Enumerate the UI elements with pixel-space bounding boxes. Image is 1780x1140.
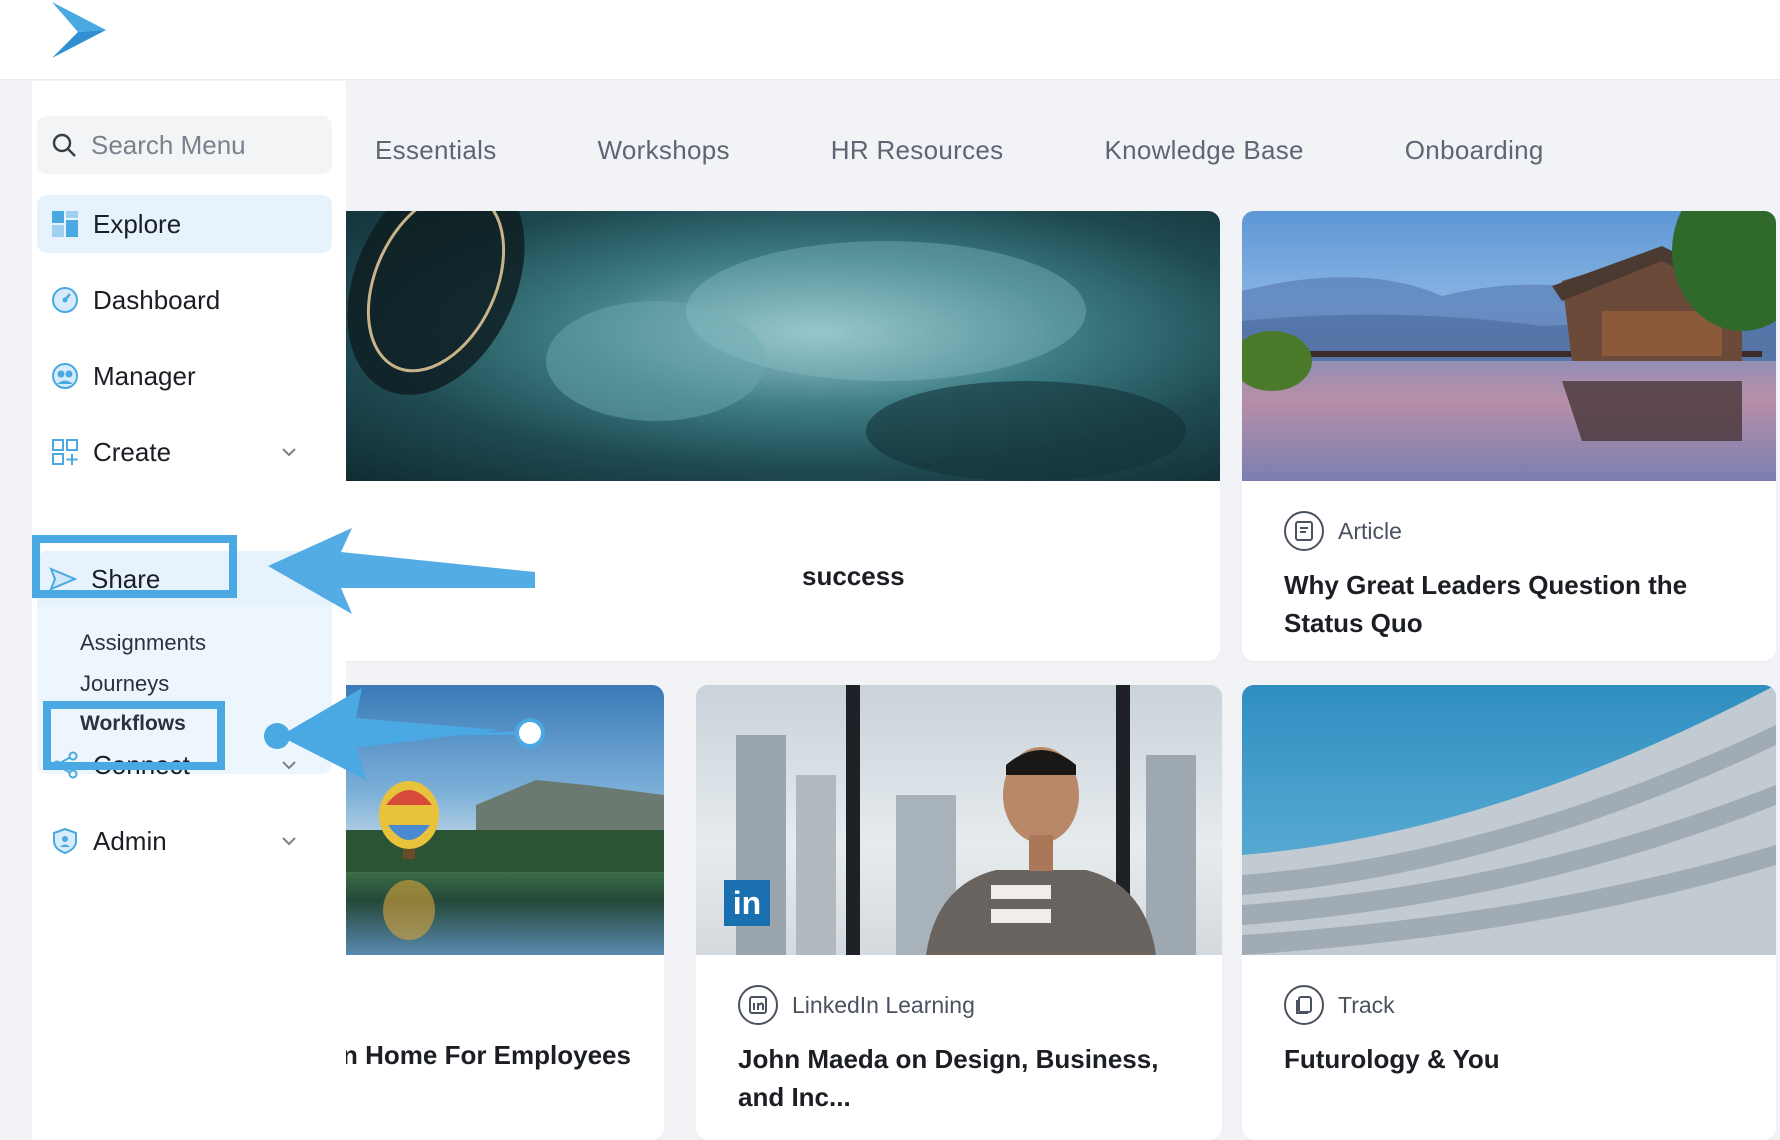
card-title: John Maeda on Design, Business, and Inc.… <box>738 1044 1159 1112</box>
content-card[interactable]: Article Why Great Leaders Question the S… <box>1242 211 1776 661</box>
card-title: Futurology & You <box>1284 1044 1500 1074</box>
sidebar-item-label: Admin <box>93 825 167 856</box>
chevron-down-icon[interactable] <box>280 443 298 461</box>
article-icon <box>1284 511 1324 551</box>
content-card[interactable]: n Home For Employees <box>326 685 664 1140</box>
chevron-down-icon[interactable] <box>280 832 298 850</box>
card-title: Why Great Leaders Question the Status Qu… <box>1284 570 1688 638</box>
card-type-label: Article <box>1338 517 1402 544</box>
submenu-item-assignments[interactable]: Assignments <box>80 630 206 656</box>
sidebar-item-label: Explore <box>93 208 182 239</box>
card-title: n Home For Employees <box>342 1040 631 1070</box>
track-icon <box>1284 985 1324 1025</box>
content-card[interactable]: in LinkedIn Learning John Maeda on Desig… <box>696 685 1222 1140</box>
share-highlight-box <box>32 535 237 598</box>
card-title: success <box>802 561 905 591</box>
sidebar-item-dashboard[interactable]: Dashboard <box>37 271 332 329</box>
brand-logo-icon[interactable] <box>48 0 108 60</box>
linkedin-icon <box>738 985 778 1025</box>
sidebar-item-manager[interactable]: Manager <box>37 347 332 405</box>
tab-knowledge-base[interactable]: Knowledge Base <box>1104 125 1303 175</box>
admin-shield-icon <box>53 827 77 855</box>
submenu-item-journeys[interactable]: Journeys <box>80 671 169 697</box>
manager-people-icon <box>52 363 78 389</box>
dashboard-gauge-icon <box>52 287 78 313</box>
tab-workshops[interactable]: Workshops <box>598 125 730 175</box>
card-type-label: Track <box>1338 991 1395 1018</box>
card-meta: LinkedIn Learning <box>738 985 975 1025</box>
sidebar-item-label: Dashboard <box>93 284 221 315</box>
content-card[interactable]: Track Futurology & You <box>1242 685 1776 1140</box>
tab-hr-resources[interactable]: HR Resources <box>831 125 1004 175</box>
card-meta: Article <box>1284 511 1402 551</box>
card-image <box>1242 685 1776 955</box>
sidebar-item-create[interactable]: Create <box>37 423 332 481</box>
card-image <box>326 685 664 955</box>
top-bar <box>0 0 1780 80</box>
search-icon <box>52 133 76 157</box>
sidebar-item-label: Create <box>93 436 172 467</box>
card-image <box>1242 211 1776 481</box>
card-image <box>326 211 1220 481</box>
explore-grid-icon <box>52 211 78 237</box>
tab-essentials[interactable]: Essentials <box>375 125 497 175</box>
search-box[interactable] <box>37 116 332 174</box>
workflows-highlight-box <box>43 701 225 770</box>
tab-onboarding[interactable]: Onboarding <box>1405 125 1544 175</box>
category-tabs: Essentials Workshops HR Resources Knowle… <box>346 125 1616 175</box>
sidebar-item-admin[interactable]: Admin <box>37 812 332 870</box>
sidebar: Explore Dashboard Manager Create Share A… <box>32 81 346 1140</box>
card-meta: Track <box>1284 985 1395 1025</box>
create-plus-grid-icon <box>52 439 78 465</box>
card-type-label: LinkedIn Learning <box>792 991 975 1018</box>
search-input[interactable] <box>91 129 311 161</box>
content-card[interactable]: success <box>326 211 1220 661</box>
main-content: Essentials Workshops HR Resources Knowle… <box>326 81 1780 1140</box>
chevron-down-icon[interactable] <box>280 756 298 774</box>
sidebar-item-label: Manager <box>93 360 196 391</box>
sidebar-item-explore[interactable]: Explore <box>37 195 332 253</box>
card-image: in <box>696 685 1222 955</box>
linkedin-icon: in <box>724 880 770 926</box>
